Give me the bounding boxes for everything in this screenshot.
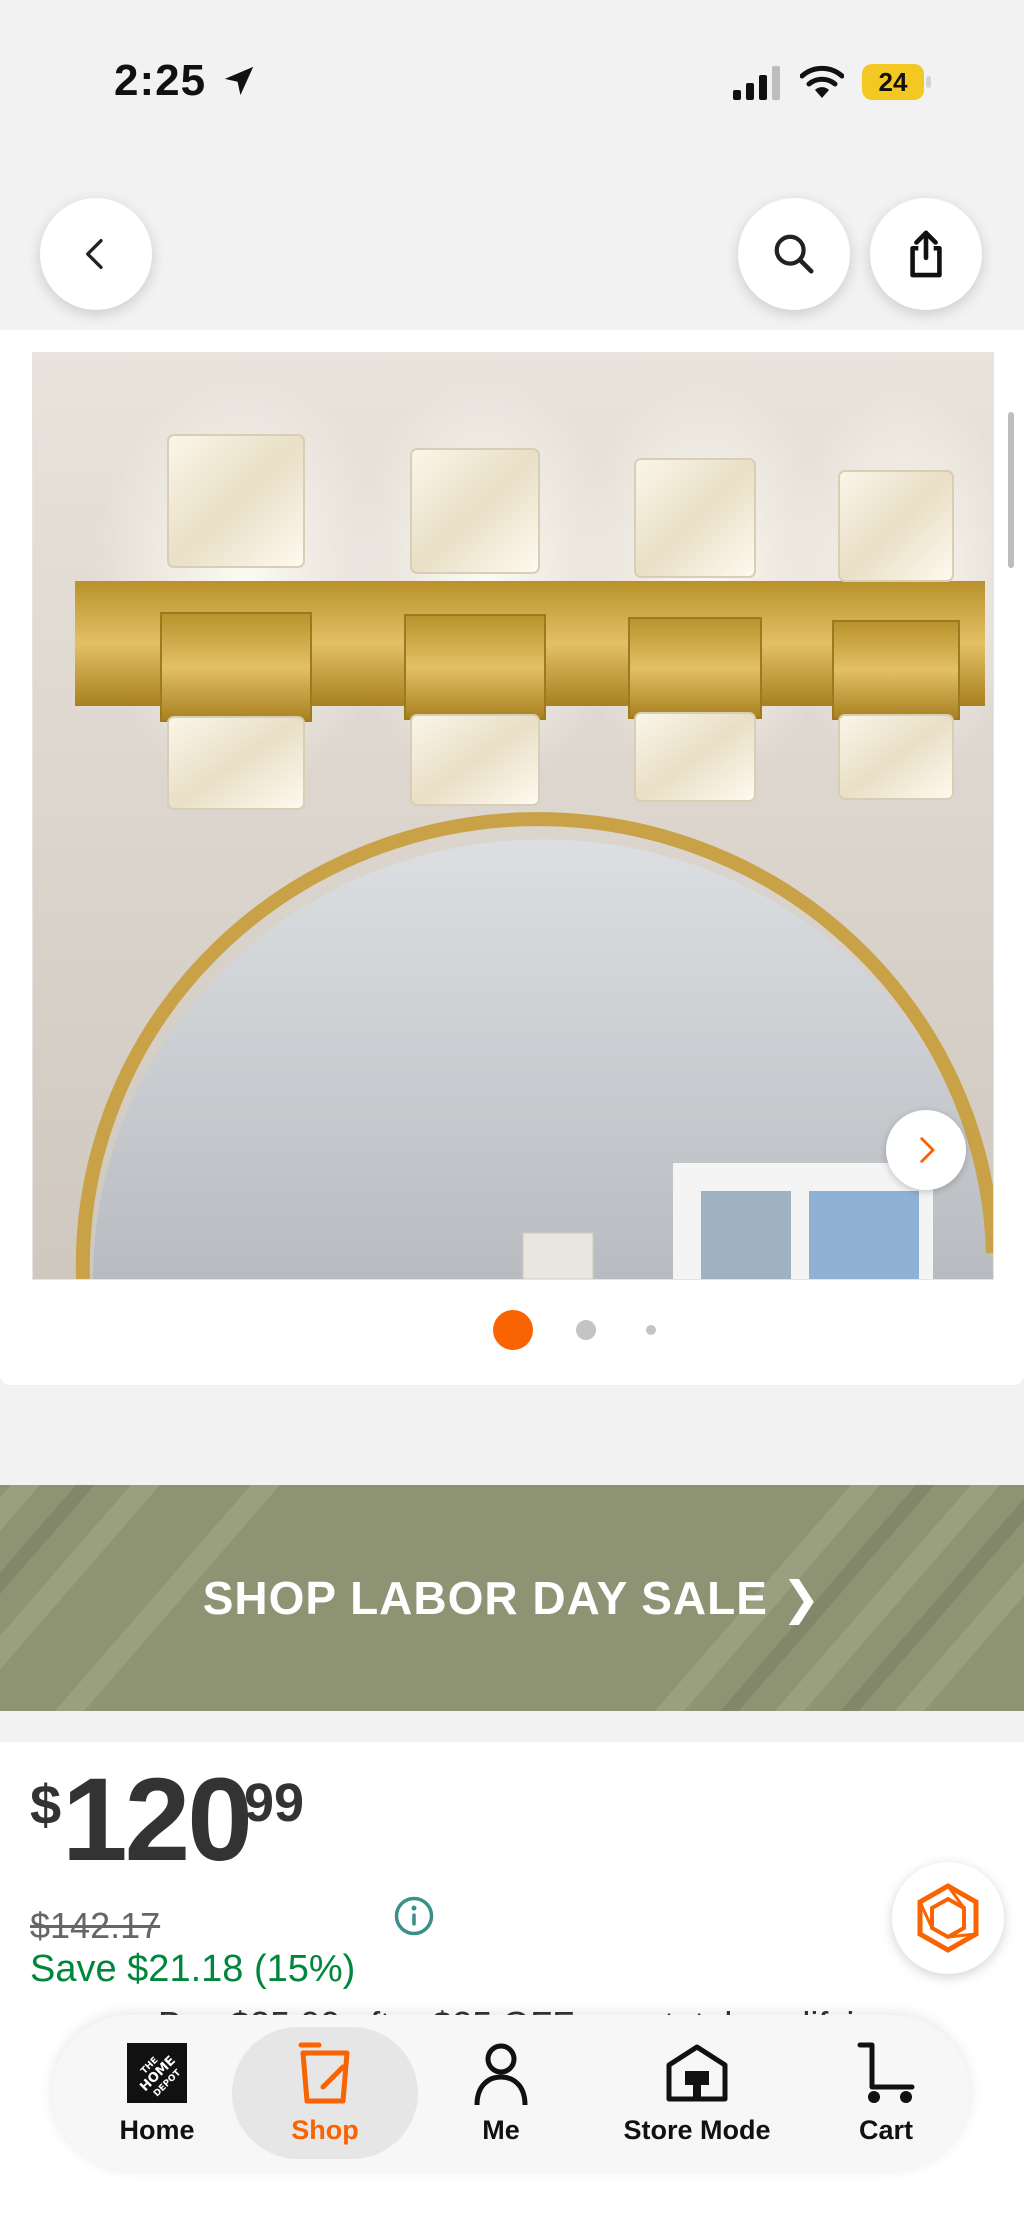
battery-indicator: 24 [862, 64, 932, 102]
nav-item-cart[interactable]: Cart [826, 2015, 946, 2171]
was-price: $142.17 [30, 1905, 161, 1946]
search-button[interactable] [738, 198, 850, 310]
assistant-button[interactable] [892, 1862, 1004, 1974]
price-currency: $ [30, 1773, 62, 1836]
assistant-hexagon-icon [917, 1883, 979, 1953]
back-button[interactable] [40, 198, 152, 310]
info-icon[interactable] [393, 1895, 435, 1937]
nav-label-home: Home [119, 2115, 195, 2145]
promo-label: SHOP LABOR DAY SALE ❯ [202, 1572, 822, 1624]
nav-item-me[interactable]: Me [436, 2015, 566, 2171]
product-gallery [0, 330, 1024, 1385]
share-button[interactable] [870, 198, 982, 310]
search-icon [774, 234, 814, 274]
nav-label-me: Me [482, 2115, 520, 2145]
chevron-right-icon [920, 1137, 935, 1163]
nav-item-shop[interactable]: Shop [230, 2015, 420, 2171]
nav-item-store-mode[interactable]: Store Mode [592, 2015, 802, 2171]
status-time: 2:25 [114, 56, 207, 105]
nav-label-cart: Cart [858, 2115, 913, 2145]
chevron-left-icon [86, 239, 103, 269]
location-arrow-icon [224, 66, 254, 96]
nav-item-home[interactable]: THE HOME DEPOT Home [92, 2015, 222, 2171]
price-whole: 120 [62, 1754, 253, 1886]
cart-icon [857, 2042, 915, 2103]
price-cents: 99 [244, 1773, 305, 1833]
scroll-indicator[interactable] [1008, 412, 1014, 568]
cellular-signal-icon [733, 66, 780, 100]
nav-label-store-mode: Store Mode [623, 2115, 771, 2145]
nav-label-shop: Shop [291, 2115, 359, 2145]
bottom-nav: THE HOME DEPOT Home Shop Me Store Mode C… [52, 2015, 970, 2171]
savings-text: Save $21.18 (15%) [30, 1948, 356, 1990]
share-icon [910, 230, 942, 278]
pagination-dot-active[interactable] [493, 1310, 533, 1350]
next-image-button[interactable] [886, 1110, 966, 1190]
product-image[interactable] [32, 352, 994, 1280]
status-bar: 2:25 24 [0, 0, 1024, 160]
store-icon [666, 2044, 728, 2102]
battery-level: 24 [878, 67, 908, 97]
pagination-dot[interactable] [576, 1320, 596, 1340]
pagination-dot[interactable] [646, 1325, 656, 1335]
product-photo [33, 353, 993, 1279]
image-pagination-dots [0, 1310, 1024, 1350]
wifi-icon [800, 65, 844, 98]
labor-day-sale-banner[interactable]: SHOP LABOR DAY SALE ❯ [0, 1485, 1024, 1711]
person-icon [474, 2043, 528, 2106]
shop-bucket-icon [298, 2042, 350, 2104]
home-depot-logo-icon: THE HOME DEPOT [127, 2043, 187, 2103]
